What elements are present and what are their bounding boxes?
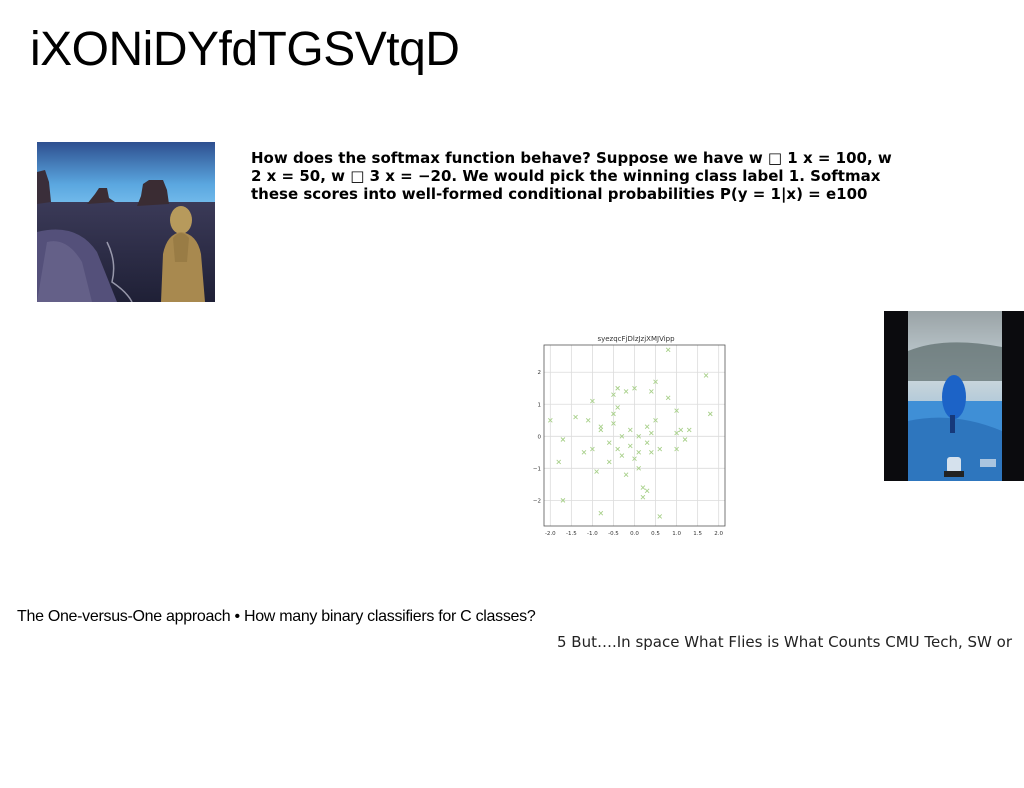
scatter-point — [585, 417, 591, 423]
scatter-point — [678, 427, 684, 433]
scatter-point — [615, 405, 620, 410]
blue-photo — [884, 311, 1024, 481]
softmax-paragraph: How does the softmax function behave? Su… — [251, 149, 941, 203]
scatter-point — [644, 424, 650, 430]
chart-title: syezqcFjDlzJzjXMJVipp — [597, 335, 675, 343]
x-tick-label: 0.0 — [630, 531, 639, 537]
x-tick-label: -2.0 — [545, 531, 556, 537]
scatter-point — [640, 494, 646, 500]
paragraph-line: How does the softmax function behave? Su… — [251, 149, 892, 167]
scatter-point — [556, 459, 562, 465]
x-tick-label: -1.5 — [566, 531, 577, 537]
scatter-point — [686, 427, 692, 433]
scatter-point — [623, 389, 629, 394]
scatter-point — [606, 459, 612, 465]
scatter-point — [598, 510, 604, 516]
paragraph-line: 2 x = 50, w □ 3 x = −20. We would pick t… — [251, 167, 881, 185]
space-flies-text: 5 But….In space What Flies is What Count… — [556, 633, 1012, 651]
x-tick-label: 1.5 — [693, 531, 702, 537]
scatter-point — [581, 450, 587, 455]
x-tick-label: 1.0 — [672, 531, 681, 537]
scatter-point — [573, 414, 578, 420]
scatter-chart: syezqcFjDlzJzjXMJVipp -2.0 -1.5 -1.0 -0.5 0.… — [532, 332, 732, 542]
scatter-point — [644, 440, 650, 446]
y-tick-label: 1 — [538, 402, 542, 408]
scatter-point — [606, 440, 612, 446]
one-versus-one-text: The One-versus-One approach • How many b… — [17, 608, 536, 625]
x-tick-label: 0.5 — [651, 531, 660, 537]
scatter-point — [623, 472, 629, 478]
scatter-point — [615, 446, 620, 452]
scatter-point — [665, 347, 671, 353]
x-tick-label: -1.0 — [587, 531, 598, 537]
desert-photo — [37, 142, 215, 302]
paragraph-line: these scores into well-formed conditiona… — [251, 185, 868, 203]
y-tick-label: 0 — [538, 434, 542, 440]
scatter-point — [627, 427, 633, 433]
scatter-point — [665, 395, 671, 401]
scatter-point — [636, 450, 642, 455]
chart-points — [547, 347, 713, 519]
chart-grid — [544, 345, 725, 526]
chart-ticks: -2.0 -1.5 -1.0 -0.5 0.0 0.5 1.0 1.5 2.0 2 1 0 −1 −2 — [533, 370, 724, 537]
y-tick-label: 2 — [538, 370, 542, 376]
scatter-point — [649, 389, 654, 394]
y-tick-label: −1 — [533, 466, 541, 472]
scatter-point — [594, 469, 599, 474]
y-tick-label: −2 — [533, 498, 541, 504]
scatter-point — [707, 411, 713, 417]
scatter-point — [649, 450, 654, 455]
scatter-point — [682, 437, 688, 442]
scatter-point — [627, 443, 633, 449]
scatter-point — [649, 430, 654, 436]
page-title: iXONiDYfdTGSVtqD — [30, 23, 460, 76]
x-tick-label: -0.5 — [608, 531, 619, 537]
x-tick-label: 2.0 — [714, 531, 723, 537]
scatter-point — [560, 437, 566, 442]
scatter-point — [619, 453, 625, 458]
scatter-point — [703, 373, 709, 378]
scatter-point — [657, 446, 663, 452]
scatter-point — [644, 488, 650, 494]
scatter-point — [615, 385, 620, 391]
scatter-point — [598, 427, 604, 433]
scatter-point — [657, 514, 663, 519]
scatter-point — [640, 485, 646, 490]
